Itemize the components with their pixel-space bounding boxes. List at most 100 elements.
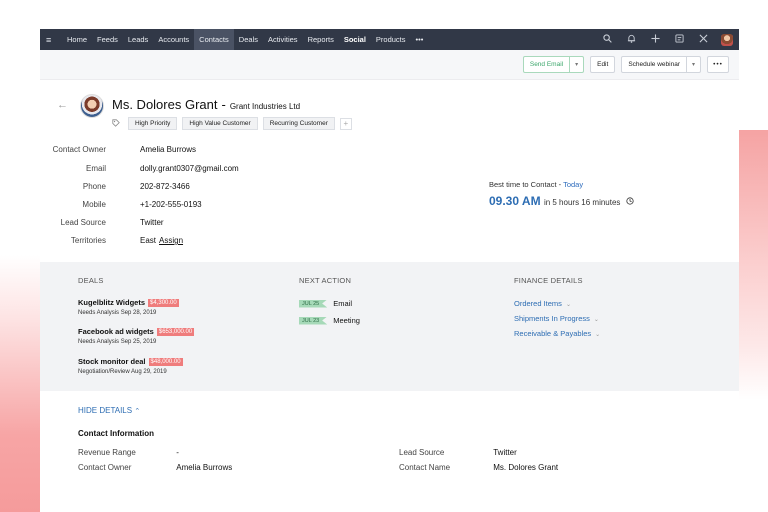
- field-value[interactable]: East: [140, 236, 156, 245]
- deal-name[interactable]: Stock monitor deal: [78, 357, 146, 366]
- info-label: Contact Owner: [78, 463, 132, 472]
- deal-amount-badge: $48,000.00: [148, 357, 183, 366]
- user-avatar[interactable]: [721, 33, 733, 46]
- finance-link-ordered-items[interactable]: Ordered Items ⌄: [514, 299, 571, 308]
- hide-details-toggle[interactable]: HIDE DETAILS ⌃: [78, 406, 140, 415]
- best-time-remaining: in 5 hours 16 minutes: [543, 198, 621, 207]
- nav-more-icon[interactable]: •••: [411, 29, 429, 50]
- tag-high-value-customer[interactable]: High Value Customer: [182, 117, 258, 130]
- deal-name[interactable]: Facebook ad widgets: [78, 327, 154, 336]
- chevron-down-icon[interactable]: ▾: [569, 57, 583, 72]
- bell-icon[interactable]: [625, 34, 637, 46]
- hide-details-label: HIDE DETAILS: [78, 406, 133, 415]
- nav-social[interactable]: Social: [339, 29, 371, 50]
- finance-link-receivables[interactable]: Receivable & Payables ⌄: [514, 329, 600, 338]
- field-label: Mobile: [82, 200, 106, 209]
- more-options-button[interactable]: •••: [707, 56, 729, 73]
- info-contact-owner: Contact Owner Amelia Burrows: [78, 463, 232, 472]
- contact-information-title: Contact Information: [78, 429, 154, 438]
- tag-recurring-customer[interactable]: Recurring Customer: [262, 117, 335, 130]
- field-value[interactable]: +1-202-555-0193: [140, 200, 202, 209]
- best-time-label-row: Best time to Contact - Today: [489, 180, 583, 189]
- contact-title: Ms. Dolores Grant - Grant Industries Ltd: [112, 97, 300, 112]
- finance-link-shipments[interactable]: Shipments In Progress ⌄: [514, 314, 599, 323]
- field-label: Email: [85, 164, 106, 173]
- best-time-label: Best time to Contact -: [489, 180, 562, 189]
- best-time-day[interactable]: Today: [563, 180, 583, 189]
- tag-icon: [112, 118, 120, 129]
- nav-reports[interactable]: Reports: [303, 29, 339, 50]
- deals-heading: DEALS: [78, 276, 104, 285]
- assign-link[interactable]: Assign: [159, 236, 183, 245]
- nav-feeds[interactable]: Feeds: [92, 29, 123, 50]
- nav-contacts[interactable]: Contacts: [194, 29, 234, 50]
- tools-icon[interactable]: [697, 34, 709, 46]
- decorative-pink-shape-left: [0, 255, 40, 512]
- nav-products[interactable]: Products: [371, 29, 411, 50]
- action-date-chip: JUL 25: [299, 299, 328, 308]
- action-label[interactable]: Email: [333, 299, 352, 308]
- tag-list: High Priority High Value Customer Recurr…: [112, 117, 352, 130]
- best-time-value-row: 09.30 AM in 5 hours 16 minutes: [489, 194, 634, 208]
- deal-name-row: Kugelblitz Widgets $4,300.00: [78, 298, 179, 307]
- send-email-button[interactable]: Send Email ▾: [522, 56, 585, 73]
- nav-deals[interactable]: Deals: [234, 29, 263, 50]
- chevron-up-icon: ⌃: [134, 408, 141, 415]
- field-email: Email dolly.grant0307@gmail.com: [40, 164, 239, 173]
- tag-high-priority[interactable]: High Priority: [128, 117, 178, 130]
- deal-item[interactable]: Stock monitor deal $48,000.00 Negotiatio…: [78, 357, 183, 375]
- contact-name: Ms. Dolores Grant: [112, 97, 218, 112]
- nav-utility-icons: [601, 33, 733, 46]
- nav-accounts[interactable]: Accounts: [153, 29, 194, 50]
- field-lead-source: Lead Source Twitter: [40, 218, 164, 227]
- deal-item[interactable]: Facebook ad widgets $653,000.00 Needs An…: [78, 327, 195, 345]
- deal-name-row: Stock monitor deal $48,000.00: [78, 357, 183, 366]
- hamburger-menu-icon[interactable]: ≡: [46, 35, 56, 45]
- finance-link-label: Receivable & Payables: [514, 329, 592, 338]
- info-value[interactable]: Amelia Burrows: [176, 463, 232, 472]
- action-label[interactable]: Meeting: [333, 316, 360, 325]
- action-date-chip: JUL 23: [299, 316, 328, 325]
- field-value[interactable]: dolly.grant0307@gmail.com: [140, 164, 239, 173]
- plus-icon[interactable]: [649, 33, 661, 46]
- contact-avatar[interactable]: [80, 94, 104, 118]
- field-label: Territories: [70, 236, 106, 245]
- field-label: Phone: [82, 182, 106, 191]
- nav-activities[interactable]: Activities: [263, 29, 303, 50]
- deal-item[interactable]: Kugelblitz Widgets $4,300.00 Needs Analy…: [78, 298, 179, 316]
- info-value[interactable]: -: [176, 448, 179, 457]
- field-value[interactable]: Twitter: [140, 218, 164, 227]
- search-icon[interactable]: [601, 33, 613, 46]
- title-separator: -: [221, 97, 226, 112]
- info-label: Lead Source: [399, 448, 445, 457]
- field-label: Contact Owner: [52, 145, 106, 154]
- chevron-down-icon[interactable]: ▾: [686, 57, 700, 72]
- next-action-item[interactable]: JUL 23 Meeting: [299, 316, 360, 325]
- info-label: Revenue Range: [78, 448, 136, 457]
- info-value[interactable]: Ms. Dolores Grant: [493, 463, 558, 472]
- finance-link-label: Shipments In Progress: [514, 314, 590, 323]
- edit-button[interactable]: Edit: [590, 56, 616, 73]
- deal-name[interactable]: Kugelblitz Widgets: [78, 298, 145, 307]
- best-time-value: 09.30 AM: [489, 194, 541, 208]
- top-navbar: ≡ Home Feeds Leads Accounts Contacts Dea…: [40, 29, 739, 50]
- chevron-down-icon: ⌄: [595, 332, 601, 338]
- add-tag-button[interactable]: +: [339, 117, 352, 130]
- info-contact-name: Contact Name Ms. Dolores Grant: [399, 463, 558, 472]
- info-lead-source: Lead Source Twitter: [399, 448, 517, 457]
- schedule-webinar-button[interactable]: Schedule webinar ▾: [621, 56, 701, 73]
- info-value[interactable]: Twitter: [493, 448, 517, 457]
- field-value[interactable]: 202-872-3466: [140, 182, 190, 191]
- company-name[interactable]: Grant Industries Ltd: [230, 102, 300, 111]
- next-action-item[interactable]: JUL 25 Email: [299, 299, 352, 308]
- back-arrow-icon[interactable]: ←: [57, 99, 68, 111]
- field-mobile: Mobile +1-202-555-0193: [40, 200, 202, 209]
- schedule-webinar-label: Schedule webinar: [628, 61, 680, 68]
- field-value[interactable]: Amelia Burrows: [140, 145, 196, 154]
- field-label: Lead Source: [60, 218, 106, 227]
- deal-name-row: Facebook ad widgets $653,000.00: [78, 327, 195, 336]
- nav-home[interactable]: Home: [62, 29, 92, 50]
- decorative-pink-shape-right: [736, 130, 768, 400]
- calendar-icon[interactable]: [673, 33, 685, 46]
- nav-leads[interactable]: Leads: [123, 29, 153, 50]
